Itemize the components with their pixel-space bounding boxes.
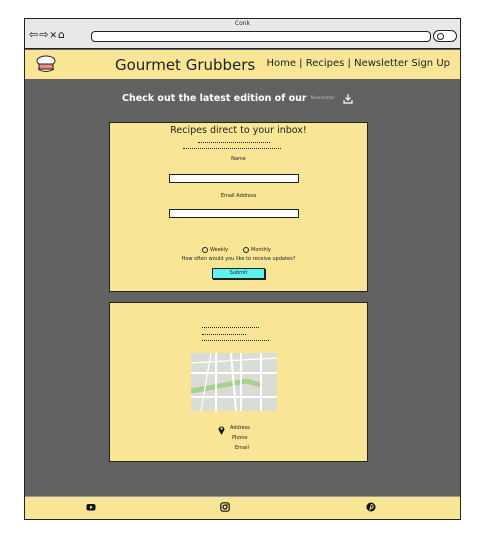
signup-form: Recipes direct to your inbox! Name Email…: [109, 122, 368, 292]
placeholder-text: [202, 327, 259, 330]
radio-monthly-label: Monthly: [251, 247, 272, 253]
nav-separator: |: [295, 58, 306, 69]
chef-hat-icon[interactable]: [35, 55, 57, 73]
back-icon[interactable]: ⇦: [29, 28, 39, 41]
url-bar[interactable]: [91, 31, 431, 42]
site-header: Gourmet Grubbers Home | Recipes | Newsle…: [25, 50, 460, 79]
radio-circle[interactable]: [243, 247, 249, 253]
main-nav: Home | Recipes | Newsletter Sign Up: [266, 58, 450, 69]
browser-window: Conk ⇦⇨✕⌂ Gourmet Grubbers Home | Recipe…: [24, 18, 461, 520]
radio-weekly-label: Weekly: [210, 247, 229, 253]
radio-monthly[interactable]: Monthly: [243, 247, 271, 253]
browser-nav-buttons: ⇦⇨✕⌂: [29, 28, 66, 41]
pinterest-icon[interactable]: [366, 502, 376, 512]
map-pin-icon: [218, 426, 225, 435]
email-label: Email Address: [220, 193, 257, 199]
placeholder-text: [202, 334, 246, 337]
placeholder-text: [202, 340, 269, 343]
brand-name[interactable]: Gourmet Grubbers: [115, 56, 255, 74]
placeholder-text: [198, 142, 270, 145]
form-title: Recipes direct to your inbox!: [170, 125, 307, 136]
email-label: Email: [235, 445, 249, 451]
window-title: Conk: [234, 20, 251, 27]
instagram-icon[interactable]: [220, 502, 230, 512]
promo-text: Check out the latest edition of our: [122, 93, 307, 104]
frequency-question: How often would you like to receive upda…: [181, 256, 296, 262]
location-map[interactable]: [191, 353, 277, 411]
address-label: Address: [230, 425, 250, 431]
close-icon[interactable]: ✕: [49, 31, 58, 41]
browser-chrome: Conk ⇦⇨✕⌂: [25, 19, 460, 49]
search-toggle[interactable]: [433, 30, 457, 42]
nav-home[interactable]: Home: [266, 58, 296, 69]
radio-weekly[interactable]: Weekly: [202, 247, 228, 253]
newsletter-link[interactable]: Newsletter: [311, 96, 335, 101]
placeholder-text: [183, 148, 281, 151]
search-icon: [437, 33, 444, 40]
radio-circle[interactable]: [202, 247, 208, 253]
email-input[interactable]: [169, 209, 299, 218]
site-footer: [25, 496, 460, 519]
name-label: Name: [231, 156, 246, 162]
nav-newsletter[interactable]: Newsletter Sign Up: [354, 58, 450, 69]
nav-separator: |: [344, 58, 355, 69]
download-icon[interactable]: [343, 93, 353, 104]
youtube-icon[interactable]: [86, 502, 96, 512]
contact-card: Address Phone Email: [109, 302, 368, 462]
name-input[interactable]: [169, 174, 299, 183]
map-image: [191, 353, 277, 411]
phone-label: Phone: [232, 435, 248, 441]
submit-button[interactable]: Submit: [212, 268, 265, 279]
nav-recipes[interactable]: Recipes: [306, 58, 345, 69]
home-icon[interactable]: ⌂: [58, 28, 66, 41]
forward-icon[interactable]: ⇨: [39, 28, 49, 41]
newsletter-promo: Check out the latest edition of our Newsl…: [122, 93, 353, 104]
